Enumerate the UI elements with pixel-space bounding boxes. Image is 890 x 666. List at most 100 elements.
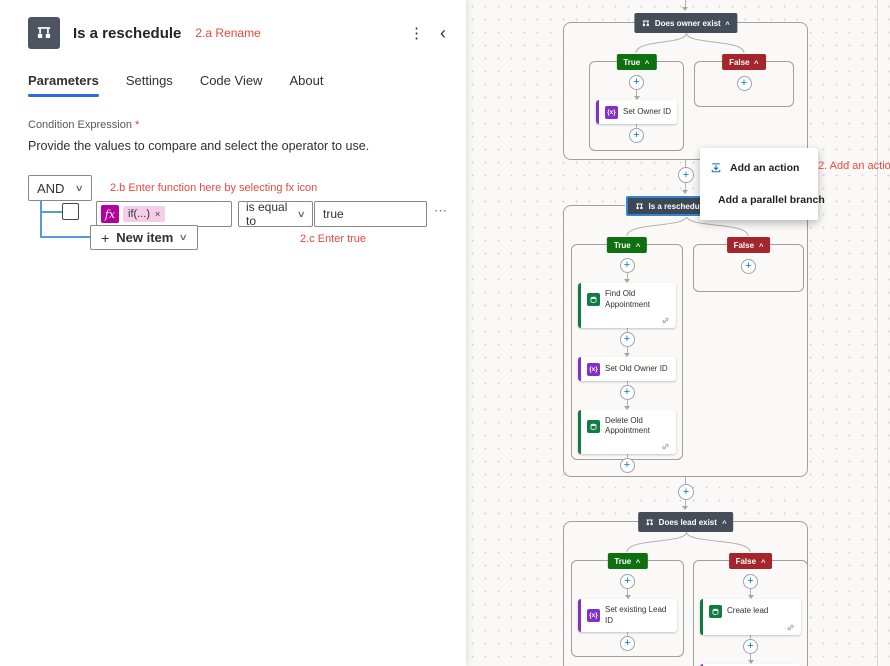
connector xyxy=(748,654,754,664)
insert-action-button[interactable]: + xyxy=(741,259,756,274)
condition-icon xyxy=(635,202,644,211)
connector-line xyxy=(685,477,686,484)
variable-icon: {x} xyxy=(587,363,600,376)
insert-action-button[interactable]: + xyxy=(620,332,635,347)
connector-arrow xyxy=(682,7,688,11)
chevron-up-icon: ∧ xyxy=(760,558,767,565)
chevron-up-icon: ∧ xyxy=(635,242,642,249)
action-card[interactable]: Find Old Appointment xyxy=(578,283,676,328)
dataverse-icon xyxy=(709,605,722,618)
connector-line xyxy=(40,201,42,237)
condition-scope: Is a reschedule ∧ True ∧ + xyxy=(563,205,808,477)
insert-step-button[interactable]: + xyxy=(678,167,694,183)
dataverse-icon xyxy=(587,293,600,306)
card-accent xyxy=(578,410,581,455)
insert-action-button[interactable]: + xyxy=(743,574,758,589)
insert-action-button[interactable]: + xyxy=(629,75,644,90)
true-branch-label[interactable]: True ∧ xyxy=(607,237,647,253)
connector xyxy=(624,347,630,357)
connector xyxy=(624,400,630,410)
panel-header: Is a reschedule 2.a Rename ⋮ ‹ xyxy=(0,0,466,49)
false-branch: False ∧ + xyxy=(694,61,794,107)
canvas-edge-divider xyxy=(877,0,878,666)
condition-node[interactable]: Does lead exist ∧ xyxy=(638,512,734,532)
connector xyxy=(624,273,630,283)
action-card[interactable]: Delete Old Appointment xyxy=(578,410,676,455)
collapse-panel-icon[interactable]: ‹ xyxy=(440,24,446,42)
chevron-down-icon: ∨ xyxy=(297,209,306,220)
link-icon xyxy=(661,442,670,451)
remove-icon[interactable]: × xyxy=(155,209,160,219)
new-item-button[interactable]: + New item ∨ xyxy=(90,225,198,250)
link-icon xyxy=(661,316,670,325)
page-title: Is a reschedule xyxy=(73,25,181,42)
expression-token[interactable]: if(...) × xyxy=(123,206,165,222)
flow-canvas[interactable]: Does owner exist ∧ True ∧ + xyxy=(466,0,890,666)
condition-editor-panel: Is a reschedule 2.a Rename ⋮ ‹ Parameter… xyxy=(0,0,466,666)
condition-builder: AND ∨ 2.b Enter function here by selecti… xyxy=(28,175,442,305)
annotation-fx: 2.b Enter function here by selecting fx … xyxy=(110,182,317,194)
action-card[interactable]: Create lead xyxy=(700,599,801,635)
card-accent xyxy=(578,599,581,632)
connector xyxy=(634,90,640,100)
insert-step-button[interactable]: + xyxy=(678,484,694,500)
connector-line xyxy=(40,211,62,213)
power-automate-designer: Is a reschedule 2.a Rename ⋮ ‹ Parameter… xyxy=(0,0,890,666)
condition-scope: Does owner exist ∧ True ∧ + xyxy=(563,22,808,160)
annotation-add-action: 2. Add an action xyxy=(818,160,890,172)
insert-action-button[interactable]: + xyxy=(737,76,752,91)
false-branch-label[interactable]: False ∧ xyxy=(727,237,771,253)
condition-icon xyxy=(28,17,60,49)
plus-icon: + xyxy=(101,230,109,246)
tab-parameters[interactable]: Parameters xyxy=(28,73,99,97)
card-accent xyxy=(578,357,581,381)
condition-scope: Does lead exist ∧ True ∧ + xyxy=(563,521,808,666)
card-accent xyxy=(578,283,581,328)
connector xyxy=(625,589,631,599)
connector-line xyxy=(685,160,686,167)
condition-node[interactable]: Does owner exist ∧ xyxy=(634,13,737,33)
menu-item-add-action[interactable]: Add an action xyxy=(700,152,818,184)
true-branch-label[interactable]: True ∧ xyxy=(607,553,647,569)
action-card[interactable]: {x} Set Old Owner ID xyxy=(578,357,676,381)
false-branch-label[interactable]: False ∧ xyxy=(729,553,773,569)
action-card[interactable]: {x} Set Owner ID xyxy=(596,100,677,124)
row-menu-icon[interactable]: ⋯ xyxy=(434,203,448,219)
insert-action-button[interactable]: + xyxy=(620,385,635,400)
condition-icon xyxy=(641,19,650,28)
card-accent xyxy=(700,599,703,635)
tab-about[interactable]: About xyxy=(289,73,323,97)
true-branch-label[interactable]: True ∧ xyxy=(616,54,656,70)
chevron-up-icon: ∧ xyxy=(644,59,651,66)
chevron-up-icon: ∧ xyxy=(753,59,760,66)
annotation-true: 2.c Enter true xyxy=(300,233,366,245)
operator-dropdown[interactable]: is equal to ∨ xyxy=(238,201,313,227)
dataverse-icon xyxy=(587,420,600,433)
false-branch: False ∧ + xyxy=(693,244,804,292)
expression-field[interactable]: fx if(...) × xyxy=(96,201,232,227)
connector-arrow xyxy=(682,190,688,194)
group-operator-dropdown[interactable]: AND ∨ xyxy=(28,175,92,201)
row-checkbox[interactable] xyxy=(62,203,79,220)
tab-settings[interactable]: Settings xyxy=(126,73,173,97)
false-branch-label[interactable]: False ∧ xyxy=(722,54,766,70)
insert-action-button[interactable]: + xyxy=(629,128,644,143)
fx-icon[interactable]: fx xyxy=(101,205,119,223)
chevron-down-icon: ∨ xyxy=(179,232,188,243)
insert-action-button[interactable]: + xyxy=(620,458,635,473)
action-card[interactable]: {x} Set existing Lead ID xyxy=(578,599,677,632)
value-input[interactable] xyxy=(314,201,427,227)
insert-action-button[interactable]: + xyxy=(620,636,635,651)
insert-action-button[interactable]: + xyxy=(743,639,758,654)
connector-line xyxy=(685,0,686,7)
branch-connector xyxy=(564,532,809,552)
false-branch: False ∧ + Create lead xyxy=(693,560,808,666)
card-accent xyxy=(596,100,599,124)
insert-action-button[interactable]: + xyxy=(620,574,635,589)
insert-action-button[interactable]: + xyxy=(620,258,635,273)
menu-item-add-parallel-branch[interactable]: Add a parallel branch xyxy=(700,184,818,216)
condition-icon xyxy=(645,518,654,527)
link-icon xyxy=(786,623,795,632)
tab-code-view[interactable]: Code View xyxy=(200,73,263,97)
more-options-icon[interactable]: ⋮ xyxy=(409,26,424,41)
